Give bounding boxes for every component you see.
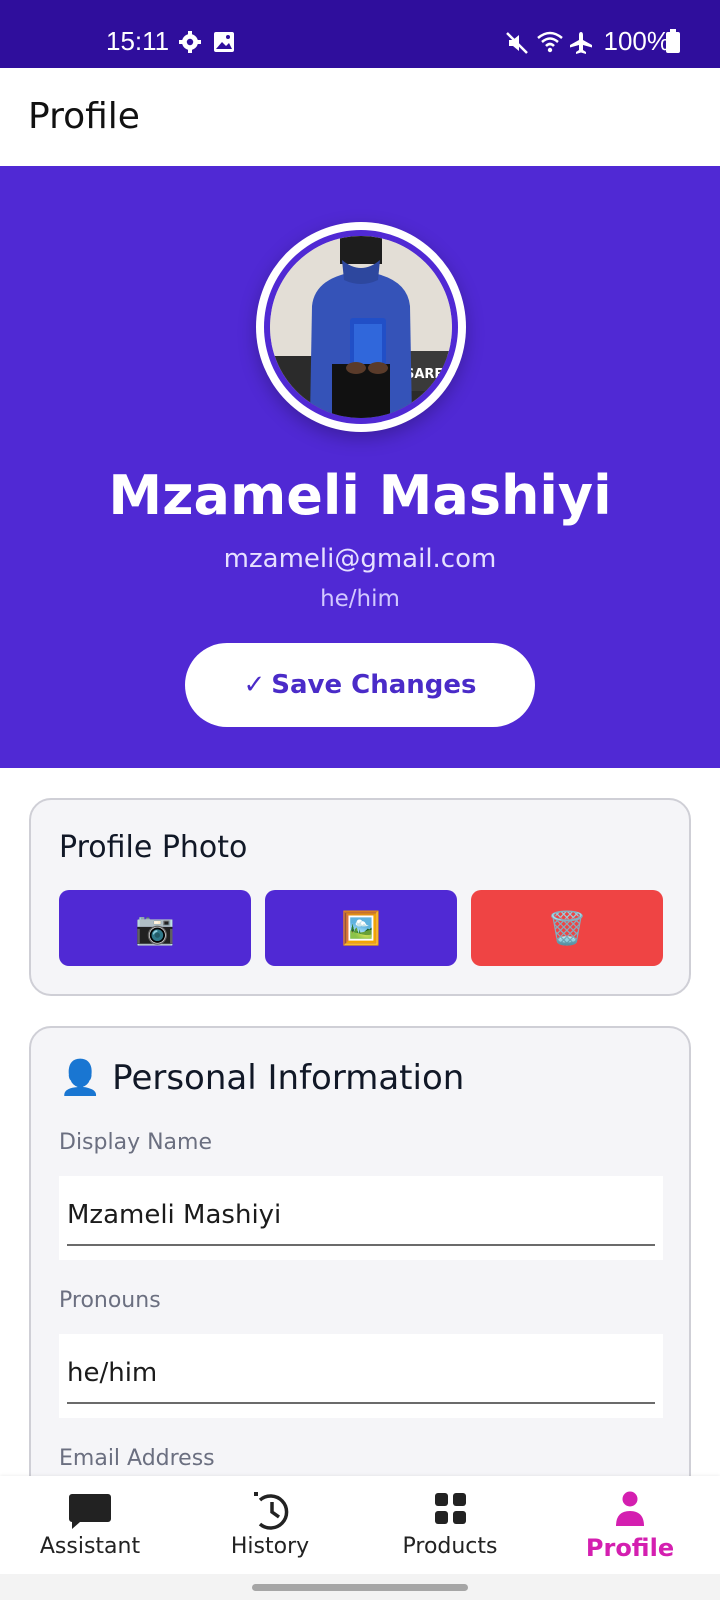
avatar[interactable]: SARE (256, 222, 466, 432)
nav-label-assistant: Assistant (39, 1534, 141, 1559)
airplane-icon (570, 32, 592, 54)
status-bar: 15:11 100% (0, 0, 720, 68)
nav-item-history[interactable]: History (180, 1476, 360, 1574)
choose-gallery-button[interactable]: 🖼️ (265, 890, 457, 966)
pronouns-value: he/him (67, 1358, 158, 1388)
user-pronouns: he/him (320, 586, 400, 612)
battery-icon (666, 29, 680, 53)
profile-photo-card: Profile Photo 📷 🖼️ 🗑️ (29, 798, 691, 996)
user-name: Mzameli Mashiyi (108, 464, 612, 527)
mute-icon (506, 32, 528, 54)
pronouns-input[interactable]: he/him (59, 1334, 663, 1418)
user-email: mzameli@gmail.com (223, 544, 497, 574)
nav-label-history: History (230, 1534, 310, 1559)
history-icon (254, 1492, 289, 1530)
app-bar: Profile (0, 68, 720, 166)
chat-icon (69, 1494, 111, 1529)
gesture-area (0, 1574, 720, 1600)
settings-icon (179, 31, 201, 53)
nav-item-profile[interactable]: Profile (540, 1476, 720, 1574)
remove-photo-button[interactable]: 🗑️ (471, 890, 663, 966)
personal-info-title-text: Personal Information (112, 1058, 465, 1098)
take-photo-button[interactable]: 📷 (59, 890, 251, 966)
picture-icon: 🖼️ (341, 909, 381, 947)
nav-item-assistant[interactable]: Assistant (0, 1476, 180, 1574)
home-gesture-bar[interactable] (252, 1584, 468, 1591)
email-label: Email Address (59, 1446, 215, 1471)
photo-actions: 📷 🖼️ 🗑️ (59, 890, 663, 966)
battery-level: 100% (603, 26, 671, 56)
profile-photo: SARE (270, 236, 452, 418)
nav-label-profile: Profile (585, 1534, 675, 1562)
person-icon: 👤 (59, 1058, 102, 1098)
display-name-label: Display Name (59, 1130, 212, 1155)
nav-label-products: Products (402, 1534, 498, 1559)
profile-header: SARE Mzameli Mashiyi mzameli@gmail.com h… (0, 166, 720, 768)
personal-info-title: 👤 Personal Information (59, 1058, 464, 1098)
nav-item-products[interactable]: Products (360, 1476, 540, 1574)
bottom-nav: Assistant History Products Profile (0, 1476, 720, 1574)
person-icon (616, 1491, 644, 1526)
display-name-value: Mzameli Mashiyi (67, 1200, 282, 1230)
pronouns-label: Pronouns (59, 1288, 161, 1313)
save-changes-button[interactable]: ✓ Save Changes (185, 643, 535, 727)
wifi-icon (537, 31, 563, 53)
gallery-icon (214, 32, 234, 52)
trash-icon: 🗑️ (547, 909, 587, 947)
status-time: 15:11 (106, 26, 170, 56)
checkmark-icon: ✓ (243, 670, 266, 700)
display-name-input[interactable]: Mzameli Mashiyi (59, 1176, 663, 1260)
page-title: Profile (28, 96, 140, 137)
camera-icon: 📷 (135, 909, 175, 947)
save-changes-label: Save Changes (271, 670, 477, 700)
profile-photo-title: Profile Photo (59, 830, 248, 865)
grid-icon (435, 1493, 466, 1524)
